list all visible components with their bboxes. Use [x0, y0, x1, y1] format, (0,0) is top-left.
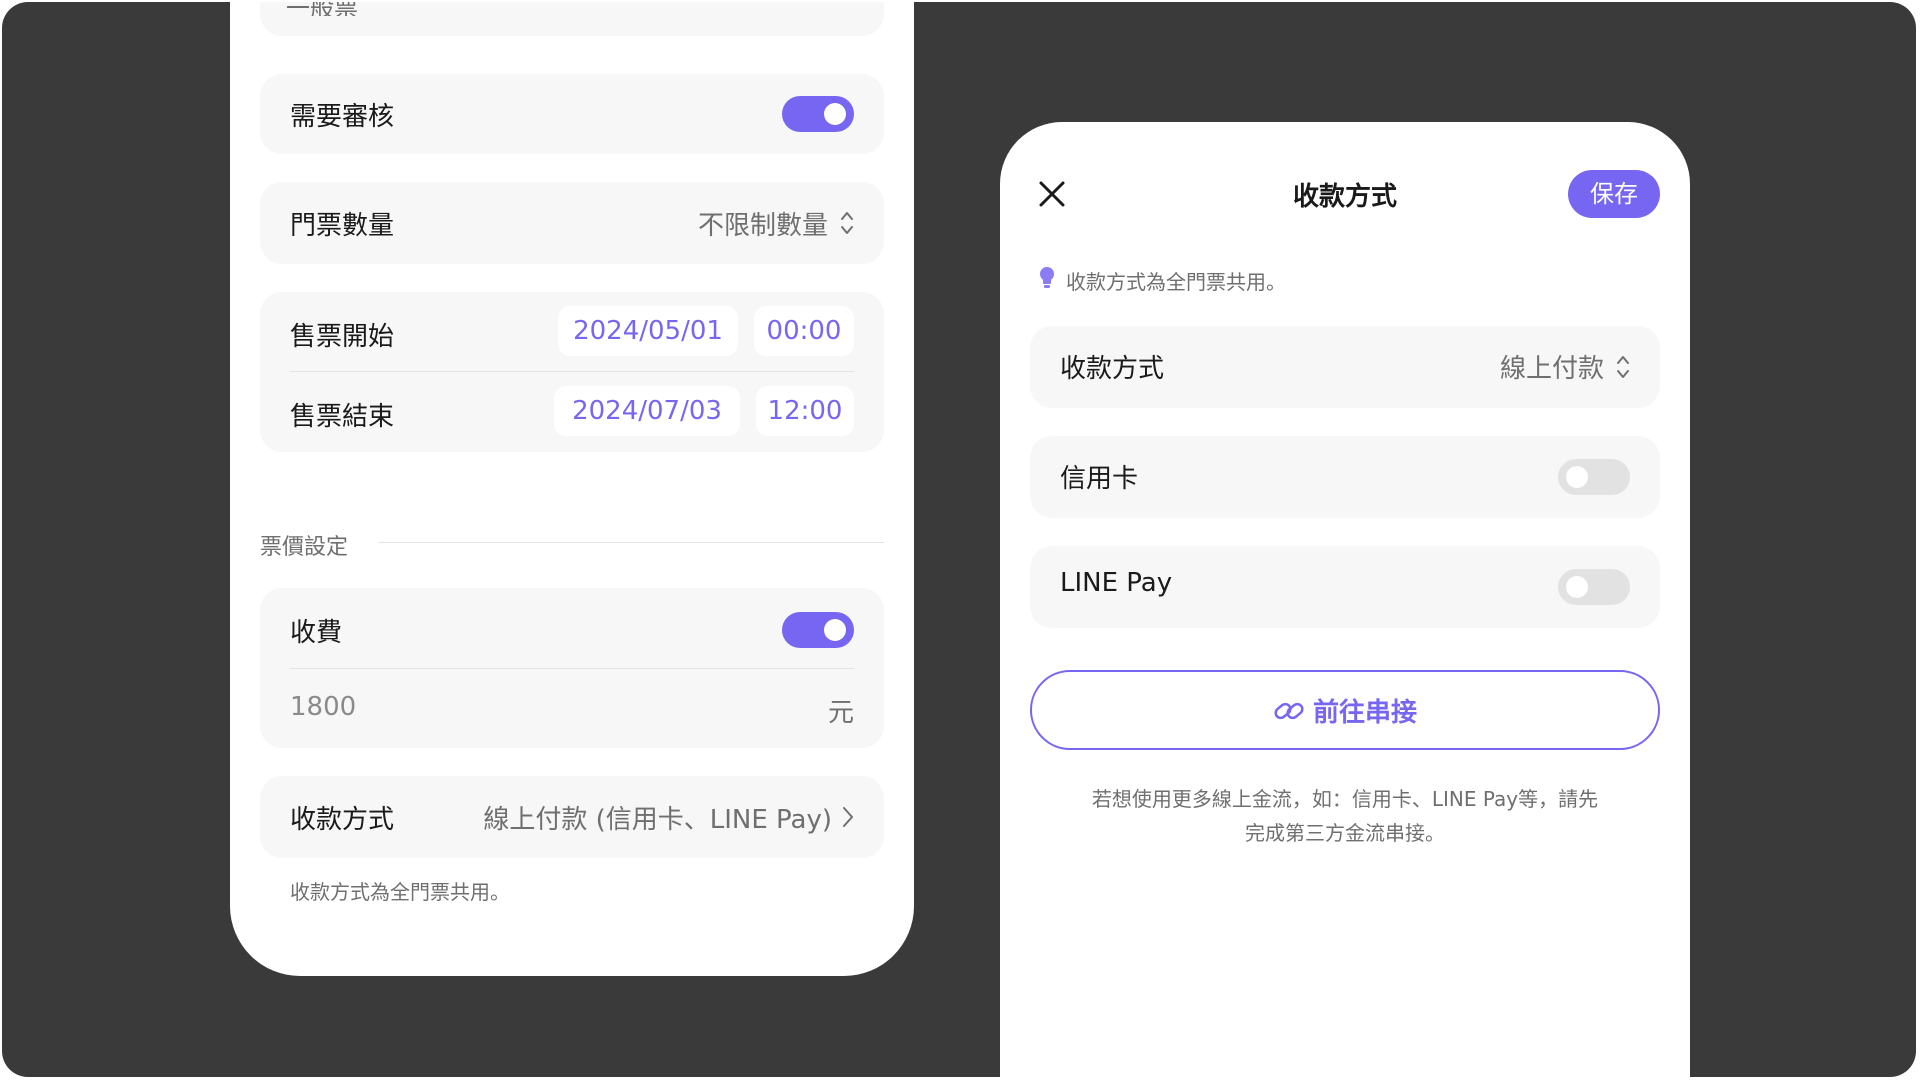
ticket-qty-label: 門票數量 [290, 211, 395, 241]
need-review-card: 需要審核 [260, 74, 884, 154]
payment-method-value: 線上付款 [1499, 354, 1604, 384]
sale-start-date[interactable]: 2024/05/01 [558, 306, 738, 356]
ticket-type-card[interactable]: 一般票 [260, 2, 884, 36]
need-review-label: 需要審核 [290, 102, 395, 132]
line-pay-card: LINE Pay [1030, 546, 1660, 628]
payment-card[interactable]: 收款方式 線上付款 (信用卡、LINE Pay) [260, 776, 884, 858]
price-section-title: 票價設定 [260, 535, 349, 560]
currency-unit: 元 [827, 698, 854, 728]
chevron-right-icon [843, 807, 853, 827]
line-pay-toggle[interactable] [1558, 569, 1630, 605]
payment-value: 線上付款 (信用卡、LINE Pay) [483, 805, 832, 835]
sale-end-time[interactable]: 12:00 [756, 386, 854, 436]
footer-line-1: 若想使用更多線上金流，如：信用卡、LINE Pay等，請先 [1091, 787, 1599, 811]
payment-label: 收款方式 [290, 805, 395, 835]
payment-method-label: 收款方式 [1060, 354, 1165, 384]
lightbulb-icon [1040, 267, 1054, 288]
chevron-updown-icon [1617, 356, 1629, 378]
ticket-qty-card[interactable]: 門票數量 不限制數量 [260, 182, 884, 264]
payment-method-sheet: 收款方式 保存 收款方式為全門票共用。 收款方式 線上付款 信用卡 LINE P… [1000, 122, 1690, 1077]
footer-note: 若想使用更多線上金流，如：信用卡、LINE Pay等，請先 完成第三方金流串接。 [1000, 782, 1690, 850]
ticket-type-value: 一般票 [286, 2, 358, 16]
divider [290, 371, 854, 372]
divider [290, 668, 854, 669]
sale-period-card: 售票開始 2024/05/01 00:00 售票結束 2024/07/03 12… [260, 292, 884, 452]
section-divider [378, 542, 884, 543]
link-icon [1274, 702, 1304, 719]
sale-start-time[interactable]: 00:00 [754, 306, 854, 356]
toggle-knob [1566, 576, 1588, 598]
hint-text: 收款方式為全門票共用。 [1066, 270, 1286, 294]
toggle-knob [824, 103, 846, 125]
sale-start-label: 售票開始 [290, 322, 395, 352]
payment-method-card[interactable]: 收款方式 線上付款 [1030, 326, 1660, 408]
credit-card-card: 信用卡 [1030, 436, 1660, 518]
sale-end-label: 售票結束 [290, 402, 395, 432]
connect-label: 前往串接 [1312, 698, 1417, 728]
need-review-toggle[interactable] [782, 96, 854, 132]
credit-card-toggle[interactable] [1558, 459, 1630, 495]
footer-line-2: 完成第三方金流串接。 [1245, 821, 1445, 845]
charge-toggle[interactable] [782, 612, 854, 648]
price-input[interactable]: 1800 [290, 692, 356, 722]
ticket-settings-screen: 一般票 需要審核 門票數量 不限制數量 售票開始 2024/05/01 00:0… [230, 2, 914, 976]
credit-card-label: 信用卡 [1060, 464, 1139, 494]
connect-button[interactable]: 前往串接 [1030, 670, 1660, 750]
charge-card: 收費 1800 元 [260, 588, 884, 748]
charge-label: 收費 [290, 618, 343, 648]
backdrop: 一般票 需要審核 門票數量 不限制數量 售票開始 2024/05/01 00:0… [2, 2, 1916, 1077]
save-button[interactable]: 保存 [1568, 170, 1660, 218]
line-pay-label: LINE Pay [1060, 568, 1173, 598]
chevron-updown-icon [841, 212, 853, 234]
ticket-qty-value: 不限制數量 [697, 211, 828, 241]
toggle-knob [824, 619, 846, 641]
payment-note: 收款方式為全門票共用。 [290, 880, 510, 904]
sale-end-date[interactable]: 2024/07/03 [554, 386, 740, 436]
toggle-knob [1566, 466, 1588, 488]
